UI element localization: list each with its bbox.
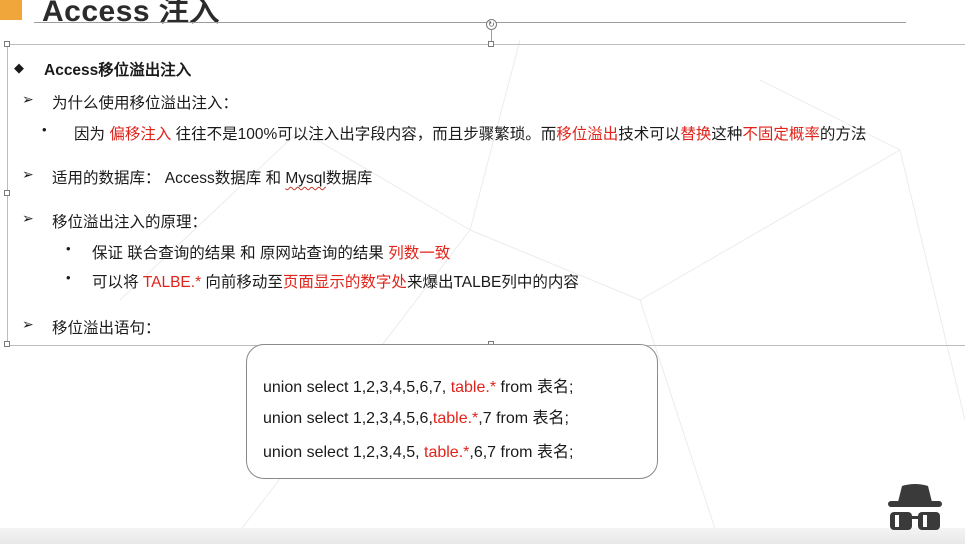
sql-line-1-highlight: table.* [450,379,497,396]
reason-part-4: 这种 [711,126,743,143]
reason-text: 因为 偏移注入 往往不是100%可以注入出字段内容，而且步骤繁琐。而移位溢出技术… [74,122,866,144]
sql-line-2-after: ,7 from 表名; [478,410,569,427]
sql-line-2-highlight: table.* [432,410,479,427]
sql-code-box[interactable]: union select 1,2,3,4,5,6,7, table.* from… [246,344,658,479]
principle-1-highlight: 列数一致 [388,245,451,262]
reason-highlight-3: 替换 [680,126,712,143]
reason-part-1: 因为 [74,126,110,143]
statement-label: 移位溢出语句： [52,320,161,337]
principle-2-highlight-1: TALBE.* [142,274,202,291]
resize-handle-top-middle[interactable] [488,41,494,47]
principle-item-2: 可以将 TALBE.* 向前移动至页面显示的数字处来爆出TALBE列中的内容 [92,270,579,292]
sql-line-3-after: ,6,7 from 表名; [469,444,574,461]
principle-1-text: 保证 联合查询的结果 和 原网站查询的结果 [92,245,389,262]
spy-hat-glasses-icon [888,484,942,530]
database-suffix: 数据库 [325,170,373,187]
sql-line-1-before: union select 1,2,3,4,5,6,7, [263,379,451,396]
bottom-bar [0,528,965,544]
principle-2-part-1: 可以将 [92,274,143,291]
title-divider [34,22,906,23]
dot-bullet-icon: • [42,122,47,137]
arrow-bullet-icon: ➢ [22,166,34,182]
reason-highlight-1: 偏移注入 [109,126,172,143]
resize-handle-bottom-left[interactable] [4,341,10,347]
mysql-spellcheck-word: Mysql [285,170,326,187]
sql-line-2: union select 1,2,3,4,5,6,table.*,7 from … [263,404,569,428]
reason-part-5: 的方法 [819,126,867,143]
resize-handle-top-left[interactable] [4,41,10,47]
sql-line-1-after: from 表名; [496,379,574,396]
why-label: 为什么使用移位溢出注入： [52,95,239,112]
arrow-bullet-icon: ➢ [22,210,34,226]
database-prefix: 适用的数据库： Access数据库 和 [52,170,286,187]
sql-line-1: union select 1,2,3,4,5,6,7, table.* from… [263,373,573,397]
dot-bullet-icon: • [66,241,71,256]
sql-line-3-before: union select 1,2,3,4,5, [263,444,424,461]
slide-title: Access 注入 [42,0,220,28]
resize-handle-middle-left[interactable] [4,190,10,196]
dot-bullet-icon: • [66,270,71,285]
reason-part-2: 往往不是100%可以注入出字段内容，而且步骤繁琐。而 [171,126,557,143]
principle-2-part-3: 来爆出TALBE列中的内容 [406,274,579,291]
selected-textbox[interactable] [7,44,965,346]
sql-line-2-before: union select 1,2,3,4,5,6, [263,410,433,427]
sql-line-3: union select 1,2,3,4,5, table.*,6,7 from… [263,438,573,462]
database-line: 适用的数据库： Access数据库 和 Mysql数据库 [52,166,372,188]
sql-line-3-highlight: table.* [424,444,470,461]
reason-part-3: 技术可以 [618,126,681,143]
arrow-bullet-icon: ➢ [22,91,34,107]
title-accent-bar [0,0,22,20]
principle-2-part-2: 向前移动至 [201,274,283,291]
principle-label: 移位溢出注入的原理： [52,214,208,231]
principle-2-highlight-2: 页面显示的数字处 [282,274,407,291]
section-heading: Access移位溢出注入 [44,62,192,79]
rotate-handle-icon[interactable]: ↻ [486,19,497,30]
diamond-bullet-icon: ◆ [14,60,24,75]
arrow-bullet-icon: ➢ [22,316,34,332]
reason-highlight-2: 移位溢出 [556,126,619,143]
reason-highlight-4: 不固定概率 [742,126,820,143]
principle-item-1: 保证 联合查询的结果 和 原网站查询的结果 列数一致 [92,241,450,263]
